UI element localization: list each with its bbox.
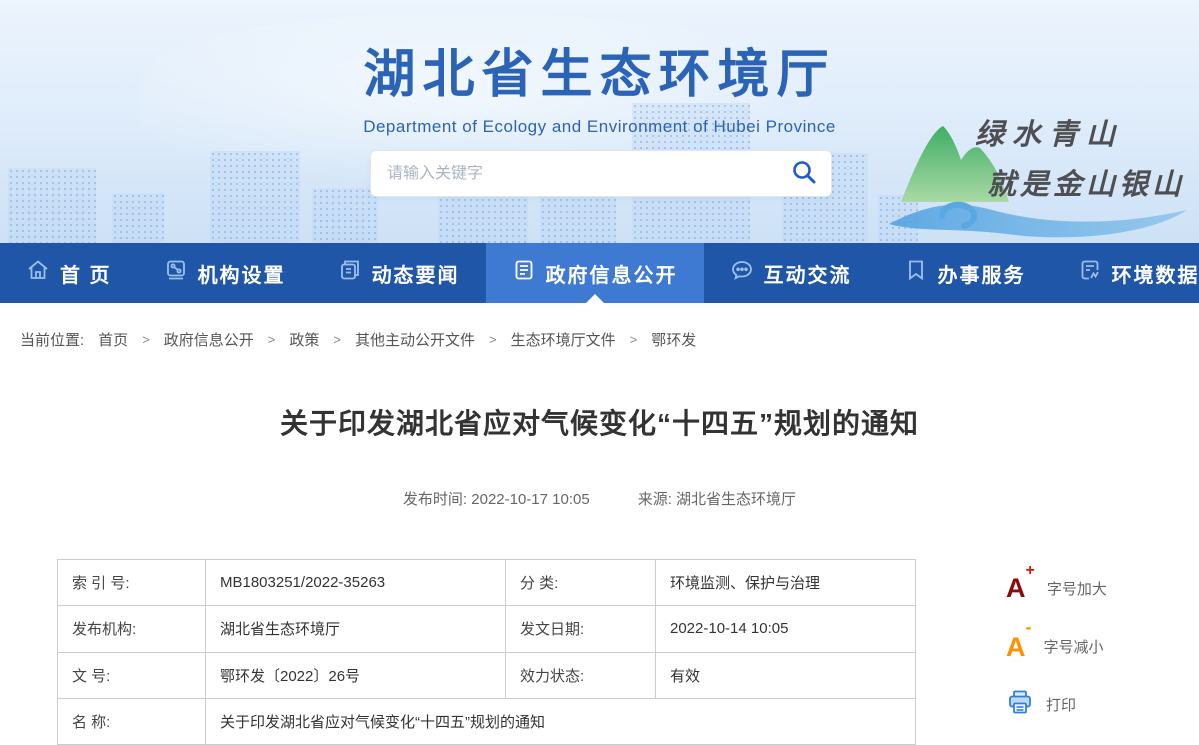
breadcrumb-item-gov-info[interactable]: 政府信息公开 [164, 329, 254, 350]
bookmark-icon [904, 258, 928, 288]
nav-item-gov-info[interactable]: 政府信息公开 [486, 243, 704, 303]
issuing-agency-value: 湖北省生态环境厅 [206, 606, 506, 652]
home-icon [26, 258, 50, 288]
document-icon [512, 258, 536, 288]
breadcrumb-item-other-docs[interactable]: 其他主动公开文件 [355, 329, 475, 350]
main-nav: 首 页 机构设置 动态要闻 政府信息公开 互动交流 办事服务 环境数据 [0, 243, 1199, 303]
validity-label: 效力状态: [506, 652, 656, 698]
breadcrumb: 当前位置: 首页 > 政府信息公开 > 政策 > 其他主动公开文件 > 生态环境… [0, 303, 1199, 350]
nav-item-interaction[interactable]: 互动交流 [704, 243, 878, 303]
nav-item-home[interactable]: 首 页 [0, 243, 138, 303]
nav-item-services[interactable]: 办事服务 [878, 243, 1052, 303]
article-source: 来源: 湖北省生态环境厅 [638, 488, 796, 509]
table-row: 文 号: 鄂环发〔2022〕26号 效力状态: 有效 [58, 652, 916, 698]
document-info-table: 索 引 号: MB1803251/2022-35263 分 类: 环境监测、保护… [57, 559, 916, 745]
breadcrumb-separator: > [142, 332, 150, 347]
search-box [370, 150, 832, 197]
green-mountain-slogan-graphic: 绿水青山 就是金山银山 [887, 92, 1199, 242]
nav-item-org[interactable]: 机构设置 [138, 243, 312, 303]
search-button[interactable] [777, 151, 831, 196]
issue-date-label: 发文日期: [506, 606, 656, 652]
font-decrease-button[interactable]: A- 字号减小 [1006, 629, 1146, 663]
doc-title-value: 关于印发湖北省应对气候变化“十四五”规划的通知 [206, 698, 916, 744]
breadcrumb-item-policy[interactable]: 政策 [289, 329, 319, 350]
font-increase-icon: A+ [1006, 575, 1035, 602]
search-icon [791, 159, 817, 188]
breadcrumb-separator: > [630, 332, 638, 347]
index-number-label: 索 引 号: [58, 560, 206, 606]
doc-number-value: 鄂环发〔2022〕26号 [206, 652, 506, 698]
category-label: 分 类: [506, 560, 656, 606]
slogan-line1: 绿水青山 [975, 117, 1123, 151]
nav-item-env-data[interactable]: 环境数据 [1052, 243, 1199, 303]
issue-date-value: 2022-10-14 10:05 [656, 606, 916, 652]
city-silhouette [112, 193, 164, 243]
table-row: 索 引 号: MB1803251/2022-35263 分 类: 环境监测、保护… [58, 560, 916, 606]
font-increase-button[interactable]: A+ 字号加大 [1006, 571, 1146, 605]
news-icon [338, 258, 362, 288]
doc-number-label: 文 号: [58, 652, 206, 698]
table-row: 名 称: 关于印发湖北省应对气候变化“十四五”规划的通知 [58, 698, 916, 744]
article-meta: 发布时间: 2022-10-17 10:05 来源: 湖北省生态环境厅 [0, 488, 1199, 509]
nav-label: 动态要闻 [372, 259, 460, 288]
font-decrease-icon: A- [1006, 631, 1032, 661]
table-row: 发布机构: 湖北省生态环境厅 发文日期: 2022-10-14 10:05 [58, 606, 916, 652]
article-title: 关于印发湖北省应对气候变化“十四五”规划的通知 [0, 402, 1199, 442]
page-tools: A+ 字号加大 A- 字号减小 打印 [916, 559, 1146, 745]
breadcrumb-item-ehuanfa[interactable]: 鄂环发 [651, 329, 696, 350]
city-silhouette [8, 168, 96, 243]
issuing-agency-label: 发布机构: [58, 606, 206, 652]
chat-icon [730, 258, 754, 288]
breadcrumb-separator: > [268, 332, 276, 347]
city-silhouette [210, 151, 300, 243]
index-number-value: MB1803251/2022-35263 [206, 560, 506, 606]
breadcrumb-separator: > [489, 332, 497, 347]
search-input[interactable] [371, 165, 777, 183]
wave-icon [889, 205, 1187, 238]
nav-label: 首 页 [60, 259, 112, 288]
slogan-line2: 就是金山银山 [987, 167, 1185, 201]
breadcrumb-item-home[interactable]: 首页 [98, 329, 128, 350]
doc-title-label: 名 称: [58, 698, 206, 744]
publish-time: 发布时间: 2022-10-17 10:05 [403, 488, 590, 509]
org-icon [164, 258, 188, 288]
nav-label: 机构设置 [198, 259, 286, 288]
city-silhouette [312, 188, 378, 243]
print-icon [1006, 688, 1034, 721]
category-value: 环境监测、保护与治理 [656, 560, 916, 606]
page-header: 湖北省生态环境厅 Department of Ecology and Envir… [0, 0, 1199, 243]
print-button[interactable]: 打印 [1006, 687, 1146, 721]
nav-label: 政府信息公开 [546, 259, 678, 288]
breadcrumb-prefix: 当前位置: [20, 329, 84, 350]
nav-item-news[interactable]: 动态要闻 [312, 243, 486, 303]
validity-value: 有效 [656, 652, 916, 698]
nav-label: 办事服务 [938, 259, 1026, 288]
nav-label: 环境数据 [1112, 259, 1199, 288]
data-doc-icon [1078, 258, 1102, 288]
breadcrumb-separator: > [333, 332, 341, 347]
nav-label: 互动交流 [764, 259, 852, 288]
breadcrumb-item-dept-docs[interactable]: 生态环境厅文件 [511, 329, 616, 350]
